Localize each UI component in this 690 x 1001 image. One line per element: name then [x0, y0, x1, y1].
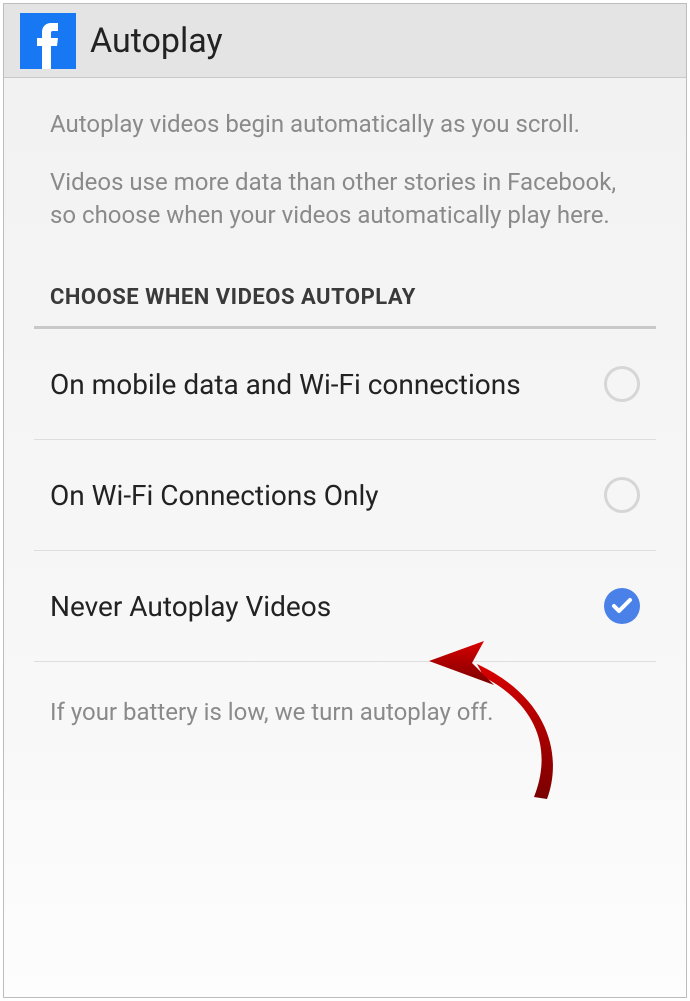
section-header: CHOOSE WHEN VIDEOS AUTOPLAY [4, 231, 686, 326]
page-title: Autoplay [90, 21, 223, 61]
option-wifi-only[interactable]: On Wi-Fi Connections Only [4, 440, 686, 550]
option-never-autoplay[interactable]: Never Autoplay Videos [4, 551, 686, 661]
footer-note: If your battery is low, we turn autoplay… [4, 662, 686, 726]
option-label: On Wi-Fi Connections Only [50, 478, 379, 513]
radio-unchecked-icon[interactable] [604, 477, 640, 513]
option-label: On mobile data and Wi-Fi connections [50, 367, 521, 402]
facebook-logo-icon [20, 13, 76, 69]
description-block: Autoplay videos begin automatically as y… [4, 78, 686, 231]
content-area: Autoplay videos begin automatically as y… [4, 78, 686, 997]
description-line-2: Videos use more data than other stories … [50, 166, 640, 231]
option-mobile-and-wifi[interactable]: On mobile data and Wi-Fi connections [4, 329, 686, 439]
radio-unchecked-icon[interactable] [604, 366, 640, 402]
description-line-1: Autoplay videos begin automatically as y… [50, 108, 640, 140]
app-header: Autoplay [4, 4, 686, 78]
autoplay-settings-screen: Autoplay Autoplay videos begin automatic… [3, 3, 687, 998]
option-label: Never Autoplay Videos [50, 589, 331, 624]
radio-checked-icon[interactable] [604, 588, 640, 624]
